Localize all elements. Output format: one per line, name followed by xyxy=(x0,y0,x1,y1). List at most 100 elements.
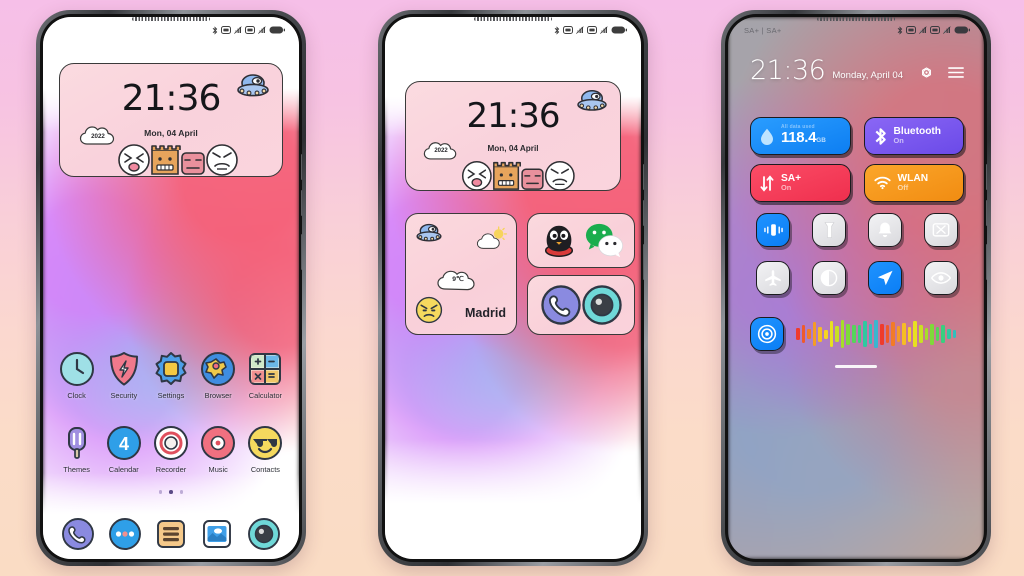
equalizer-bar xyxy=(891,322,895,346)
app-calculator[interactable]: Calculator xyxy=(242,351,289,400)
phone2-clock-widget[interactable]: 21:36 Mon, 04 April 2022 xyxy=(405,81,621,191)
location-toggle[interactable] xyxy=(868,261,902,295)
app-label: Calculator xyxy=(248,391,283,400)
wlan-tile[interactable]: WLAN Off xyxy=(863,164,964,202)
app-label: Themes xyxy=(63,465,90,474)
reading-toggle[interactable] xyxy=(924,261,958,295)
phone2-volume-up-button[interactable] xyxy=(643,164,644,190)
phone1-dock xyxy=(43,517,299,551)
phone-home-icons: 21:36 Mon, 04 April 2022 Clock Security … xyxy=(36,10,306,566)
phone3-header-icons xyxy=(919,65,964,80)
target-icon xyxy=(757,324,777,344)
phone2-clock-date: Mon, 04 April xyxy=(487,144,539,153)
equalizer-bar xyxy=(851,324,856,344)
gear-icon xyxy=(153,351,189,387)
dots-bubble-icon[interactable] xyxy=(108,517,142,551)
eye-icon xyxy=(931,272,951,284)
equalizer-bar xyxy=(947,328,951,340)
equalizer-bar xyxy=(874,320,878,348)
mobile-data-tile[interactable]: SA+ On xyxy=(750,164,851,202)
bluetooth-icon xyxy=(897,25,903,35)
globe-icon xyxy=(200,351,236,387)
notes-icon[interactable] xyxy=(154,517,188,551)
emoji-face-3 xyxy=(544,160,575,190)
data-usage-tile[interactable]: All data used 118.4GB xyxy=(750,117,851,155)
silent-toggle[interactable] xyxy=(868,213,902,247)
brightness-toggle[interactable] xyxy=(812,261,846,295)
flashlight-toggle[interactable] xyxy=(812,213,846,247)
equalizer-bar xyxy=(840,319,845,349)
bluetooth-texts: Bluetooth On xyxy=(894,126,942,145)
phone-icon[interactable] xyxy=(61,517,95,551)
phone2-tools-widget[interactable] xyxy=(527,275,635,335)
phone3-header: 21:36 Monday, April 04 xyxy=(750,57,964,84)
phone2-weather-widget[interactable]: 9℃ Madrid xyxy=(405,213,517,335)
phone1-app-row-1: Clock Security Settings Browser Calculat… xyxy=(43,351,299,400)
brightness-icon xyxy=(820,269,838,287)
app-music[interactable]: Music xyxy=(195,425,242,474)
emoji-face-2 xyxy=(181,152,205,175)
power-icon[interactable] xyxy=(919,65,934,80)
airplane-toggle[interactable] xyxy=(756,261,790,295)
phone2-social-widget[interactable] xyxy=(527,213,635,268)
phone2-city: Madrid xyxy=(465,306,506,320)
equalizer-bar xyxy=(924,328,929,340)
phone1-volume-down-button[interactable] xyxy=(301,190,302,216)
earpiece-speaker xyxy=(474,17,552,21)
page-dot-active[interactable] xyxy=(169,490,173,494)
phone-icon[interactable] xyxy=(540,284,582,326)
page-dot[interactable] xyxy=(158,490,163,494)
app-themes[interactable]: Themes xyxy=(53,425,100,474)
qq-penguin-icon[interactable] xyxy=(540,222,578,260)
phone2-clock-time: 21:36 xyxy=(466,96,561,136)
sim2-icon xyxy=(587,26,597,34)
phone3-date: Monday, April 04 xyxy=(832,70,904,81)
wechat-icon[interactable] xyxy=(584,222,624,260)
calendar-icon: 4 xyxy=(106,425,142,461)
signal2-icon xyxy=(943,26,951,34)
phone2-power-button[interactable] xyxy=(643,244,644,280)
screen-record-toggle[interactable] xyxy=(750,317,784,351)
app-recorder[interactable]: Recorder xyxy=(147,425,194,474)
phone2-year-label: 2022 xyxy=(434,148,448,154)
bluetooth-tile[interactable]: Bluetooth On xyxy=(863,117,964,155)
signal1-icon xyxy=(919,26,927,34)
app-security[interactable]: Security xyxy=(100,351,147,400)
phone3-status-icons xyxy=(897,25,970,35)
audio-equalizer[interactable] xyxy=(796,319,957,349)
gallery-icon[interactable] xyxy=(200,517,234,551)
equalizer-bar xyxy=(796,328,800,340)
phone1-power-button[interactable] xyxy=(301,234,302,270)
home-indicator[interactable] xyxy=(835,365,877,369)
emoji-face-1 xyxy=(461,160,492,190)
phone3-volume-up-button[interactable] xyxy=(986,164,987,190)
camera-icon[interactable] xyxy=(247,517,281,551)
camera-icon[interactable] xyxy=(581,284,623,326)
app-contacts[interactable]: Contacts xyxy=(242,425,289,474)
app-calendar[interactable]: 4 Calendar xyxy=(100,425,147,474)
phone3-power-button[interactable] xyxy=(986,244,987,280)
svg-text:4: 4 xyxy=(119,434,129,454)
vibrate-toggle[interactable] xyxy=(756,213,790,247)
menu-icon[interactable] xyxy=(948,66,964,79)
sim2-icon xyxy=(930,26,940,34)
app-browser[interactable]: Browser xyxy=(195,351,242,400)
phone2-bezel: 21:36 Mon, 04 April 2022 9℃ Madrid xyxy=(382,14,644,562)
vibrate-icon xyxy=(763,224,783,236)
phone3-volume-down-button[interactable] xyxy=(986,200,987,226)
cast-toggle[interactable] xyxy=(924,213,958,247)
phone1-page-dots[interactable] xyxy=(43,490,299,494)
equalizer-bar xyxy=(846,323,850,345)
phone1-clock-widget[interactable]: 21:36 Mon, 04 April 2022 xyxy=(59,63,283,177)
app-clock[interactable]: Clock xyxy=(53,351,100,400)
app-settings[interactable]: Settings xyxy=(147,351,194,400)
phone2-volume-down-button[interactable] xyxy=(643,200,644,226)
equalizer-bar xyxy=(807,328,811,340)
page-dot[interactable] xyxy=(179,490,184,494)
phone-control-center: SA+ | SA+ 21:36 Monday, April 04 All dat… xyxy=(721,10,991,566)
phone1-clock-time: 21:36 xyxy=(121,78,222,119)
equalizer-bar xyxy=(896,325,901,343)
equalizer-bar xyxy=(902,323,906,345)
phone1-app-row-2: Themes 4 Calendar Recorder Music Contact… xyxy=(43,425,299,474)
phone1-volume-up-button[interactable] xyxy=(301,154,302,180)
